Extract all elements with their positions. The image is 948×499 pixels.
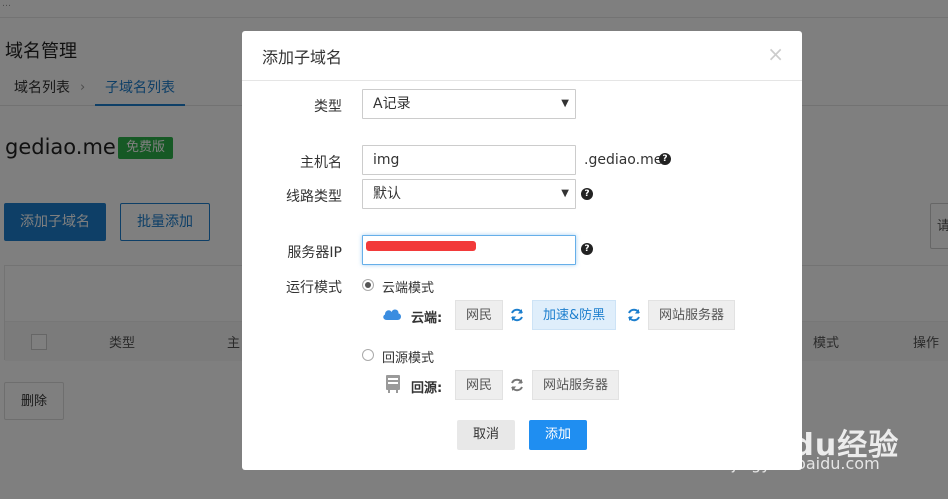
redaction-mark (366, 241, 476, 251)
server-icon (386, 375, 400, 393)
cancel-button[interactable]: 取消 (457, 420, 515, 450)
chevron-down-icon: ▼ (561, 98, 569, 109)
netizen-node: 网民 (455, 300, 504, 330)
type-label: 类型 (314, 99, 342, 115)
help-icon[interactable]: ? (581, 188, 593, 200)
accelerate-node: 加速&防黑 (532, 300, 617, 330)
chevron-down-icon: ▼ (561, 188, 569, 199)
web-server-node: 网站服务器 (648, 300, 736, 330)
sync-icon (511, 378, 523, 392)
add-subdomain-dialog: 添加子域名 × 类型 A记录 ▼ 主机名 img .gediao.me ? 线路… (242, 31, 802, 470)
sync-icon (511, 308, 523, 322)
line-type-select[interactable]: 默认 ▼ (362, 179, 576, 209)
origin-mode-radio[interactable] (362, 349, 374, 361)
watermark-url: jingyan.baidu.com (732, 454, 880, 473)
domain-suffix: .gediao.me (584, 152, 663, 168)
help-icon[interactable]: ? (659, 153, 671, 165)
line-type-value: 默认 (373, 186, 401, 202)
cloud-mode-label[interactable]: 云端模式 (382, 277, 434, 296)
server-ip-label: 服务器IP (287, 245, 342, 261)
help-icon[interactable]: ? (581, 243, 593, 255)
origin-flow-label: 回源: (411, 381, 443, 396)
host-input-value: img (373, 152, 400, 168)
line-type-label: 线路类型 (286, 189, 342, 205)
close-icon[interactable]: × (767, 44, 784, 64)
netizen-node: 网民 (455, 370, 504, 400)
add-button[interactable]: 添加 (529, 420, 587, 450)
dialog-header: 添加子域名 × (242, 31, 802, 81)
run-mode-label: 运行模式 (286, 280, 342, 296)
sync-icon (628, 308, 640, 322)
record-type-select[interactable]: A记录 ▼ (362, 89, 576, 119)
record-type-value: A记录 (373, 96, 411, 112)
web-server-node: 网站服务器 (532, 370, 620, 400)
baidu-jingyan-watermark: Baidu经验 jingyan.baidu.com (730, 400, 930, 480)
dialog-title: 添加子域名 (262, 48, 343, 67)
host-input[interactable]: img (362, 145, 576, 175)
host-label: 主机名 (300, 155, 342, 171)
cloud-mode-radio[interactable] (362, 279, 374, 291)
origin-mode-label[interactable]: 回源模式 (382, 347, 434, 366)
cloud-icon (383, 309, 402, 320)
cloud-flow-label: 云端: (411, 311, 443, 326)
